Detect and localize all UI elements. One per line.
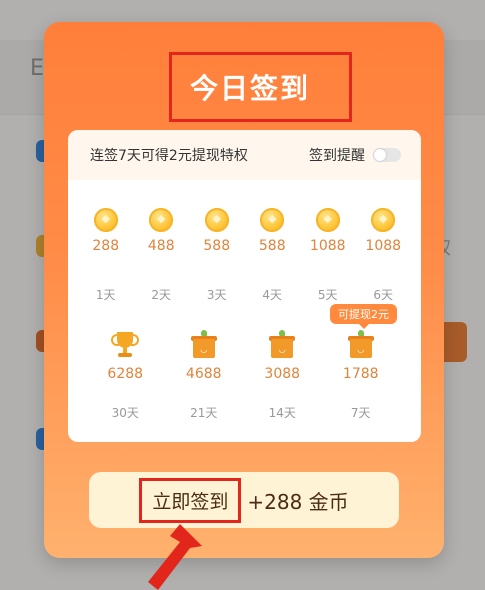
day-label: 6天 [373, 288, 394, 302]
signin-button-reward: +288 金币 [247, 489, 349, 514]
reward-day-1: 288 [78, 208, 134, 254]
milestone-days-row: 30天 21天 14天 7天 [86, 404, 400, 421]
coin-icon [149, 208, 174, 232]
signin-button-label: 立即签到 [139, 477, 242, 523]
reward-day-3: 588 [189, 208, 245, 254]
remind-toggle[interactable] [373, 148, 401, 162]
day-label: 7天 [350, 406, 371, 420]
milestone-30-days: 6288 [86, 330, 165, 382]
coin-icon [371, 208, 396, 232]
signin-card: 连签7天可得2元提现特权 签到提醒 288 488 588 588 [68, 130, 421, 442]
gift-icon: ◡ [189, 330, 219, 360]
streak-rule-text: 连签7天可得2元提现特权 [90, 148, 248, 164]
coin-icon [204, 208, 229, 232]
day-label: 3天 [206, 288, 227, 302]
remind-label: 签到提醒 [309, 148, 365, 164]
trophy-icon [110, 330, 140, 360]
modal-title: 今日签到 [169, 52, 352, 122]
reward-amount: 1088 [309, 238, 346, 254]
milestone-7-days: ◡ 1788 [322, 330, 401, 382]
milestone-rewards-row: 6288 ◡ 4688 ◡ 3088 ◡ 1788 [86, 330, 400, 382]
coin-icon [93, 208, 118, 232]
day-label: 21天 [190, 406, 218, 420]
day-label: 14天 [268, 406, 296, 420]
milestone-21-days: ◡ 4688 [165, 330, 244, 382]
week-days-row: 1天 2天 3天 4天 5天 6天 [78, 286, 411, 303]
coin-icon [260, 208, 285, 232]
card-header: 连签7天可得2元提现特权 签到提醒 [68, 130, 421, 180]
week-rewards-row: 288 488 588 588 1088 1088 [78, 208, 411, 254]
reward-amount: 3088 [264, 366, 301, 382]
annotation-arrow-icon [148, 524, 202, 590]
gift-icon: ◡ [267, 330, 297, 360]
day-label: 4天 [262, 288, 283, 302]
reward-amount: 4688 [185, 366, 222, 382]
reward-day-4: 588 [245, 208, 301, 254]
withdraw-badge: 可提现2元 [330, 304, 397, 329]
reward-amount: 6288 [107, 366, 144, 382]
signin-button[interactable]: 立即签到 +288 金币 [89, 472, 399, 528]
day-label: 1天 [95, 288, 116, 302]
milestone-14-days: ◡ 3088 [243, 330, 322, 382]
reward-day-6: 1088 [356, 208, 412, 254]
reward-amount: 1788 [342, 366, 379, 382]
reward-amount: 588 [203, 238, 231, 254]
day-label: 5天 [317, 288, 338, 302]
reward-amount: 588 [258, 238, 286, 254]
day-label: 30天 [111, 406, 139, 420]
reward-amount: 488 [147, 238, 175, 254]
signin-modal: 今日签到 连签7天可得2元提现特权 签到提醒 288 488 588 [44, 22, 444, 558]
reward-amount: 288 [92, 238, 120, 254]
reward-day-5: 1088 [300, 208, 356, 254]
gift-icon: ◡ [346, 330, 376, 360]
coin-icon [315, 208, 340, 232]
reward-day-2: 488 [134, 208, 190, 254]
reward-amount: 1088 [365, 238, 402, 254]
day-label: 2天 [151, 288, 172, 302]
remind-setting[interactable]: 签到提醒 [309, 145, 401, 165]
